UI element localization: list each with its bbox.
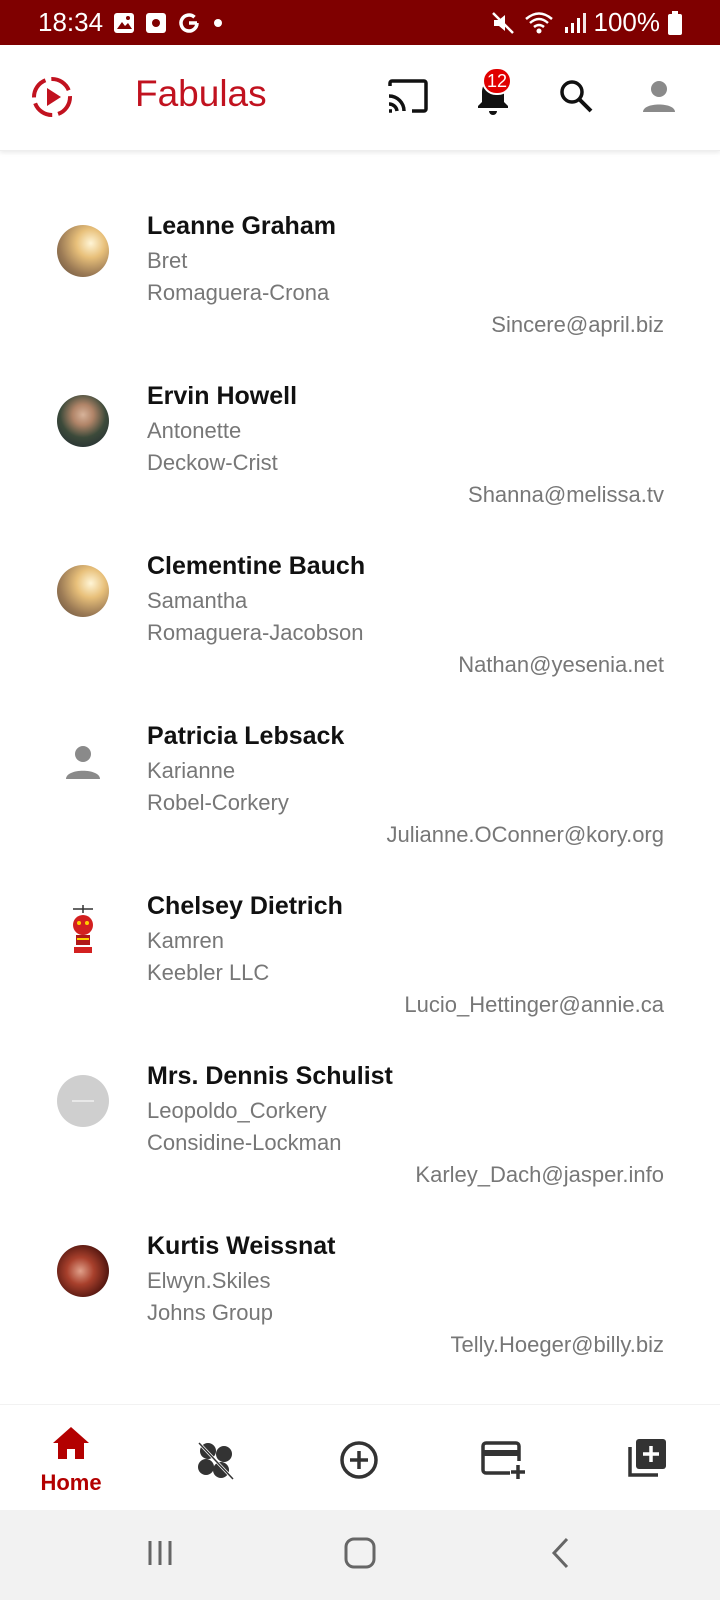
list-item[interactable]: Kurtis Weissnat Elwyn.Skiles Johns Group… — [0, 1200, 720, 1370]
user-company: Considine-Lockman — [147, 1130, 342, 1155]
list-item[interactable]: Leanne Graham Bret Romaguera-Crona Since… — [0, 180, 720, 350]
list-item[interactable]: Mrs. Dennis Schulist Leopoldo_Corkery Co… — [0, 1030, 720, 1200]
add-card-icon — [480, 1439, 526, 1484]
home-square-icon — [343, 1536, 377, 1575]
user-company: Keebler LLC — [147, 960, 270, 985]
user-company: Deckow-Crist — [147, 450, 278, 475]
user-company: Romaguera-Crona — [147, 280, 330, 305]
user-name: Chelsey Dietrich — [147, 892, 343, 920]
user-email: Sincere@april.biz — [491, 312, 664, 337]
user-email: Nathan@yesenia.net — [458, 652, 664, 677]
battery-icon — [668, 10, 682, 35]
user-username: Leopoldo_Corkery — [147, 1098, 327, 1123]
avatar — [57, 905, 109, 957]
home-system-button[interactable] — [340, 1535, 380, 1575]
account-icon — [641, 78, 677, 119]
nav-home[interactable]: Home — [31, 1425, 111, 1505]
system-navigation-bar — [0, 1510, 720, 1600]
notifications-button[interactable]: 12 — [468, 67, 518, 123]
user-username: Samantha — [147, 588, 248, 613]
nav-add[interactable] — [319, 1425, 399, 1505]
google-icon — [177, 11, 201, 35]
user-email: Julianne.OConner@kory.org — [386, 822, 664, 847]
user-name: Leanne Graham — [147, 212, 336, 240]
user-email: Lucio_Hettinger@annie.ca — [404, 992, 664, 1017]
clover-icon — [193, 1439, 237, 1488]
status-time: 18:34 — [38, 7, 104, 37]
recent-apps-icon — [145, 1538, 175, 1573]
add-box-icon — [626, 1437, 668, 1484]
gallery-icon — [113, 12, 135, 34]
back-chevron-icon — [549, 1536, 573, 1575]
status-bar: 18:34 100% — [0, 0, 720, 45]
user-list: Leanne Graham Bret Romaguera-Crona Since… — [0, 180, 720, 1370]
app-title: Fabulas — [135, 73, 267, 114]
avatar — [57, 565, 109, 617]
user-username: Bret — [147, 248, 188, 273]
search-icon — [558, 78, 594, 119]
user-name: Clementine Bauch — [147, 552, 366, 580]
back-button[interactable] — [541, 1535, 581, 1575]
search-button[interactable] — [551, 73, 601, 123]
avatar — [57, 225, 109, 277]
user-username: Elwyn.Skiles — [147, 1268, 271, 1293]
screen-record-icon — [145, 12, 167, 34]
user-company: Romaguera-Jacobson — [147, 620, 364, 645]
dot-icon — [211, 16, 225, 30]
mute-icon — [490, 10, 516, 36]
add-circle-icon — [338, 1439, 380, 1486]
user-company: Johns Group — [147, 1300, 273, 1325]
wifi-icon — [524, 10, 554, 36]
user-email: Karley_Dach@jasper.info — [415, 1162, 664, 1187]
user-name: Mrs. Dennis Schulist — [147, 1062, 393, 1090]
user-name: Kurtis Weissnat — [147, 1232, 336, 1260]
user-username: Karianne — [147, 758, 236, 783]
cast-icon — [386, 78, 430, 119]
person-icon — [57, 735, 109, 787]
app-bar: Fabulas 12 — [0, 45, 720, 151]
user-company: Robel-Corkery — [147, 790, 289, 815]
profile-button[interactable] — [634, 73, 684, 123]
user-name: Patricia Lebsack — [147, 722, 345, 750]
app-screen: 18:34 100% Fabulas 12 Leanne Graham Bret… — [0, 0, 720, 1600]
recent-apps-button[interactable] — [140, 1535, 180, 1575]
signal-icon — [562, 11, 586, 35]
home-icon — [51, 1425, 91, 1466]
avatar — [57, 1075, 109, 1127]
list-item[interactable]: Patricia Lebsack Karianne Robel-Corkery … — [0, 690, 720, 860]
user-username: Antonette — [147, 418, 242, 443]
list-item[interactable]: Ervin Howell Antonette Deckow-Crist Shan… — [0, 350, 720, 520]
user-email: Telly.Hoeger@billy.biz — [450, 1332, 664, 1357]
list-item[interactable]: Clementine Bauch Samantha Romaguera-Jaco… — [0, 520, 720, 690]
nav-clover[interactable] — [175, 1425, 255, 1505]
app-logo-icon[interactable] — [30, 75, 74, 119]
nav-add-card[interactable] — [463, 1425, 543, 1505]
bottom-navigation: Home — [0, 1404, 720, 1510]
user-email: Shanna@melissa.tv — [468, 482, 664, 507]
avatar — [57, 1245, 109, 1297]
user-username: Kamren — [147, 928, 225, 953]
notification-badge: 12 — [482, 67, 513, 95]
list-item[interactable]: Chelsey Dietrich Kamren Keebler LLC Luci… — [0, 860, 720, 1030]
nav-home-label: Home — [40, 1470, 102, 1495]
user-name: Ervin Howell — [147, 382, 298, 410]
avatar — [57, 395, 109, 447]
battery-percentage: 100% — [593, 7, 661, 37]
nav-add-box[interactable] — [607, 1425, 687, 1505]
cast-button[interactable] — [383, 73, 433, 123]
